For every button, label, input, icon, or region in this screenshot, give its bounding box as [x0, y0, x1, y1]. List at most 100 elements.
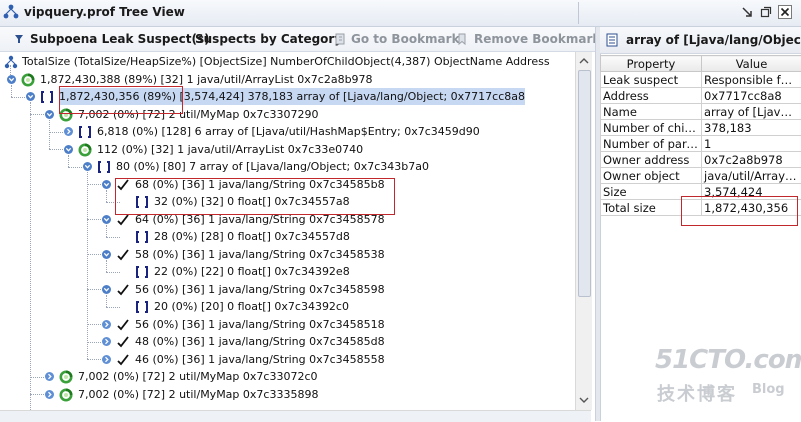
property-name: Address: [601, 88, 702, 104]
watermark-subtitle: 技术博客: [657, 380, 737, 406]
collapse-toggle-icon[interactable]: [101, 284, 112, 295]
check-icon: [116, 318, 130, 332]
highlight-box-property-total-size: [681, 196, 798, 226]
tree-row[interactable]: 28 (0%) [28] 0 float[] 0x7c34557d8: [0, 228, 575, 245]
collapse-toggle-icon[interactable]: [63, 144, 74, 155]
property-row[interactable]: Leak suspectResponsible for...: [601, 72, 801, 88]
expand-toggle-icon[interactable]: [44, 389, 55, 400]
watermark-brand: 51CTO.com: [655, 345, 801, 375]
tree-guide-line: [30, 394, 44, 395]
tree-row-label: 20 (0%) [20] 0 float[] 0x7c34392c0: [154, 298, 349, 315]
expand-toggle-icon[interactable]: [101, 354, 112, 365]
array-icon: [135, 265, 149, 279]
object-icon: [59, 388, 73, 402]
minimize-to-tray-icon[interactable]: [740, 5, 754, 19]
tree-row-label: 28 (0%) [28] 0 float[] 0x7c34557d8: [154, 228, 350, 245]
property-name: Owner object: [601, 168, 702, 184]
tree-row[interactable]: 6,818 (0%) [128] 6 array of [Ljava/util/…: [0, 123, 575, 140]
subpoena-leak-suspects-button[interactable]: Subpoena Leak Suspect(s): [30, 27, 210, 51]
tree-row-label: 56 (0%) [36] 1 java/lang/String 0x7c3458…: [135, 281, 385, 298]
tree-row[interactable]: 20 (0%) [20] 0 float[] 0x7c34392c0: [0, 298, 575, 315]
tree-column-header: TotalSize (TotalSize/HeapSize%) [ObjectS…: [22, 53, 550, 70]
tree-row-label: 112 (0%) [32] 1 java/util/ArrayList 0x7c…: [97, 141, 363, 158]
tree-view-window: vipquery.prof Tree View Subpoena Leak Su…: [0, 0, 801, 421]
collapse-toggle-icon[interactable]: [101, 179, 112, 190]
tree-guide-line: [106, 307, 120, 308]
property-row[interactable]: Owner objectjava/util/ArrayList: [601, 168, 801, 184]
watermark-blog: Blog: [752, 382, 785, 397]
title-bar: vipquery.prof Tree View: [0, 0, 801, 27]
property-name: Number of pare...: [601, 136, 702, 152]
goto-bookmark-icon: [333, 32, 347, 46]
tree-guide-line: [30, 377, 44, 378]
close-icon[interactable]: [778, 5, 792, 19]
tree-guide-line: [49, 132, 63, 133]
tree-guide-line: [106, 237, 120, 238]
property-value: 0x7717cc8a8: [702, 88, 801, 104]
property-row[interactable]: Address0x7717cc8a8: [601, 88, 801, 104]
tree-guide-line: [106, 272, 120, 273]
expand-toggle-icon[interactable]: [101, 319, 112, 330]
title-separator: [578, 2, 579, 24]
array-icon: [135, 300, 149, 314]
array-icon: [135, 230, 149, 244]
tree-row[interactable]: 22 (0%) [22] 0 float[] 0x7c34392e8: [0, 263, 575, 280]
array-icon: [40, 90, 54, 104]
collapse-toggle-icon[interactable]: [82, 161, 93, 172]
collapse-toggle-icon[interactable]: [101, 214, 112, 225]
check-icon: [116, 353, 130, 367]
collapse-toggle-icon[interactable]: [44, 109, 55, 120]
tree-row[interactable]: 112 (0%) [32] 1 java/util/ArrayList 0x7c…: [0, 141, 575, 158]
collapse-toggle-icon[interactable]: [25, 91, 36, 102]
tree-row[interactable]: 7,002 (0%) [72] 2 util/MyMap 0x7c33072c0: [0, 368, 575, 385]
property-value: 0x7c2a8b978: [702, 152, 801, 168]
remove-bookmark-icon: [455, 32, 469, 46]
toolbar: Subpoena Leak Suspect(s) Suspects by Cat…: [0, 27, 597, 52]
property-name: Number of child...: [601, 120, 702, 136]
tree-row-label: 22 (0%) [22] 0 float[] 0x7c34392e8: [154, 263, 350, 280]
go-to-bookmark-button[interactable]: Go to Bookmark: [351, 27, 460, 51]
expand-toggle-icon[interactable]: [63, 126, 74, 137]
scroll-up-icon[interactable]: [576, 53, 592, 69]
tree-row-label: 7,002 (0%) [72] 2 util/MyMap 0x7c3335898: [78, 386, 318, 403]
tree-view-icon: [3, 4, 19, 20]
object-icon: [59, 370, 73, 384]
tree-row[interactable]: 1,872,430,388 (89%) [32] 1 java/util/Arr…: [0, 71, 575, 88]
watermark: 51CTO.com 技术博客 Blog: [655, 345, 795, 405]
remove-bookmark-button[interactable]: Remove Bookmark: [474, 27, 600, 51]
highlight-box-total-size: [59, 86, 183, 114]
check-icon: [116, 283, 130, 297]
property-row[interactable]: Number of child...378,183: [601, 120, 801, 136]
property-value: 1: [702, 136, 801, 152]
filter-icon: [12, 32, 26, 46]
tree-guide-line: [87, 219, 101, 220]
scroll-down-icon[interactable]: [576, 392, 592, 408]
property-name: Leak suspect: [601, 72, 702, 88]
properties-title: array of [Ljava/lang/Object; a...: [626, 33, 801, 47]
scrollbar-thumb[interactable]: [578, 70, 591, 297]
tree-row[interactable]: 7,002 (0%) [72] 2 util/MyMap 0x7c3335898: [0, 386, 575, 403]
tree-guide-line: [30, 114, 44, 115]
tree-row-label: 58 (0%) [36] 1 java/lang/String 0x7c3458…: [135, 246, 385, 263]
horizontal-scrollbar[interactable]: [0, 410, 591, 422]
tree-vertical-scrollbar[interactable]: [575, 52, 592, 410]
property-row[interactable]: Number of pare...1: [601, 136, 801, 152]
collapse-toggle-icon[interactable]: [101, 249, 112, 260]
property-column-header[interactable]: Property: [601, 56, 702, 72]
property-row[interactable]: Owner address0x7c2a8b978: [601, 152, 801, 168]
tree-guide-line: [87, 184, 101, 185]
tree-guide-line: [87, 289, 101, 290]
restore-icon[interactable]: [759, 5, 773, 19]
property-row[interactable]: Namearray of [Ljava/la...: [601, 104, 801, 120]
property-name: Owner address: [601, 152, 702, 168]
check-icon: [116, 335, 130, 349]
property-value: array of [Ljava/la...: [702, 104, 801, 120]
property-value: Responsible for...: [702, 72, 801, 88]
expand-toggle-icon[interactable]: [44, 371, 55, 382]
suspects-by-category-button[interactable]: Suspects by Category: [195, 27, 342, 51]
tree-guide-line: [87, 324, 101, 325]
tree-row-label: 1,872,430,388 (89%) [32] 1 java/util/Arr…: [40, 71, 373, 88]
value-column-header[interactable]: Value: [702, 56, 801, 72]
collapse-toggle-icon[interactable]: [6, 74, 17, 85]
expand-toggle-icon[interactable]: [101, 336, 112, 347]
